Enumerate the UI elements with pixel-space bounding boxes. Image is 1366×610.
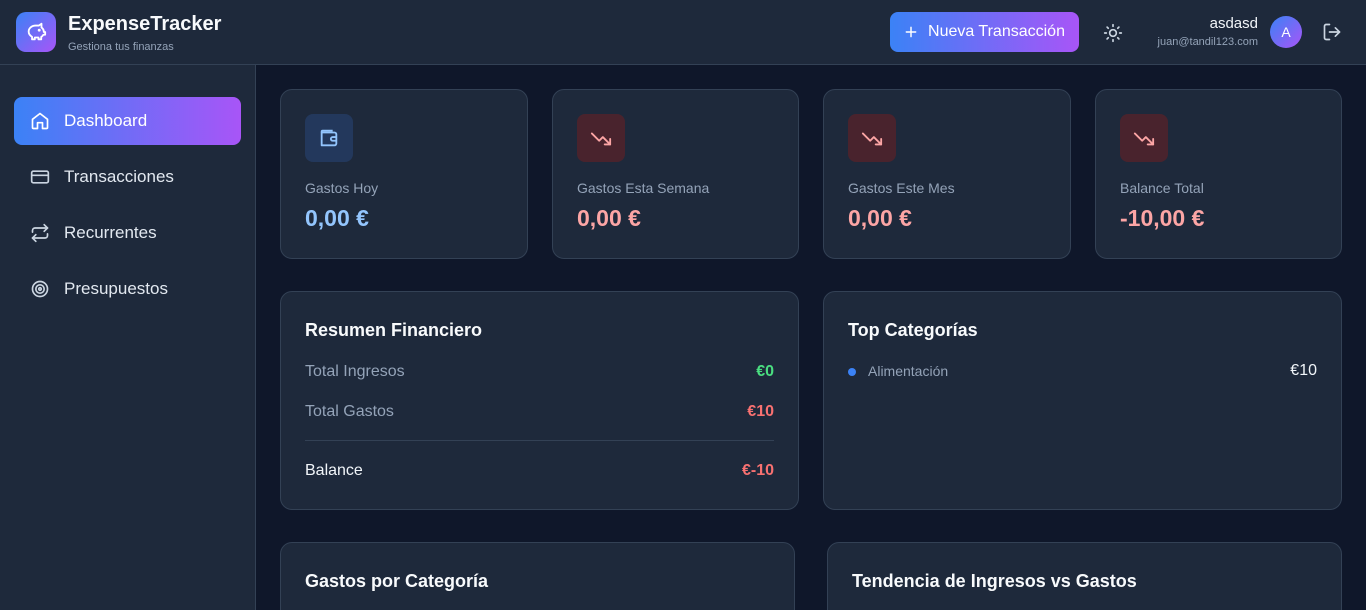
app-title: ExpenseTracker bbox=[68, 13, 222, 35]
income-value: €0 bbox=[756, 363, 774, 380]
category-name: Alimentación bbox=[868, 363, 949, 379]
sidebar-item-label: Presupuestos bbox=[64, 279, 168, 298]
sidebar: Dashboard Transacciones Recurrentes Pres… bbox=[0, 65, 256, 610]
trending-down-icon bbox=[848, 114, 896, 162]
sidebar-item-dashboard[interactable]: Dashboard bbox=[14, 97, 241, 145]
wallet-icon bbox=[305, 114, 353, 162]
category-color-dot bbox=[848, 368, 856, 376]
stat-value: 0,00 € bbox=[305, 205, 369, 231]
divider bbox=[305, 440, 774, 441]
target-icon bbox=[31, 280, 49, 298]
app-subtitle: Gestiona tus finanzas bbox=[68, 41, 174, 53]
repeat-icon bbox=[31, 223, 49, 243]
plus-icon bbox=[905, 26, 917, 38]
stat-card-gastos-hoy: Gastos Hoy 0,00 € bbox=[280, 89, 528, 259]
stat-value: 0,00 € bbox=[848, 205, 912, 231]
stat-label: Gastos Hoy bbox=[305, 180, 379, 196]
expense-value: €10 bbox=[747, 403, 774, 420]
new-transaction-button[interactable]: Nueva Transacción bbox=[890, 12, 1079, 52]
stat-card-balance-total: Balance Total -10,00 € bbox=[1095, 89, 1342, 259]
card-title: Top Categorías bbox=[848, 320, 978, 340]
sidebar-item-label: Recurrentes bbox=[64, 223, 157, 242]
sidebar-item-transacciones[interactable]: Transacciones bbox=[14, 153, 241, 201]
expenses-by-category-card: Gastos por Categoría bbox=[280, 542, 795, 610]
card-title: Resumen Financiero bbox=[305, 320, 483, 340]
balance-value: €-10 bbox=[741, 462, 774, 479]
income-label: Total Ingresos bbox=[305, 363, 405, 380]
trending-down-icon bbox=[1120, 114, 1168, 162]
stat-card-gastos-mes: Gastos Este Mes 0,00 € bbox=[823, 89, 1071, 259]
category-value: €10 bbox=[1290, 362, 1317, 379]
user-name: asdasd bbox=[1209, 15, 1258, 32]
stat-value: -10,00 € bbox=[1120, 205, 1205, 231]
sidebar-item-label: Transacciones bbox=[64, 167, 174, 186]
top-categories-card: Top Categorías Alimentación €10 bbox=[823, 291, 1342, 510]
stat-value: 0,00 € bbox=[577, 205, 641, 231]
balance-label: Balance bbox=[305, 462, 363, 479]
stat-card-gastos-semana: Gastos Esta Semana 0,00 € bbox=[552, 89, 799, 259]
logout-icon[interactable] bbox=[1320, 20, 1344, 44]
trending-down-icon bbox=[577, 114, 625, 162]
sidebar-item-recurrentes[interactable]: Recurrentes bbox=[14, 209, 241, 257]
user-email: juan@tandil123.com bbox=[1157, 36, 1258, 48]
sidebar-item-label: Dashboard bbox=[64, 111, 148, 130]
theme-toggle-sun-icon[interactable] bbox=[1100, 20, 1126, 46]
stat-label: Balance Total bbox=[1120, 180, 1204, 196]
avatar[interactable]: A bbox=[1270, 16, 1302, 48]
top-header: ExpenseTracker Gestiona tus finanzas Nue… bbox=[0, 0, 1366, 65]
expense-label: Total Gastos bbox=[305, 403, 394, 420]
card-title: Gastos por Categoría bbox=[305, 571, 489, 591]
stat-label: Gastos Este Mes bbox=[848, 180, 955, 196]
new-transaction-label: Nueva Transacción bbox=[928, 23, 1065, 40]
home-icon bbox=[31, 112, 49, 130]
income-vs-expense-trend-card: Tendencia de Ingresos vs Gastos bbox=[827, 542, 1342, 610]
card-title: Tendencia de Ingresos vs Gastos bbox=[852, 571, 1137, 591]
financial-summary-card: Resumen Financiero Total Ingresos €0 Tot… bbox=[280, 291, 799, 510]
sidebar-item-presupuestos[interactable]: Presupuestos bbox=[14, 265, 241, 313]
stat-label: Gastos Esta Semana bbox=[577, 180, 710, 196]
piggy-bank-logo-icon bbox=[16, 12, 56, 52]
credit-card-icon bbox=[30, 170, 50, 184]
